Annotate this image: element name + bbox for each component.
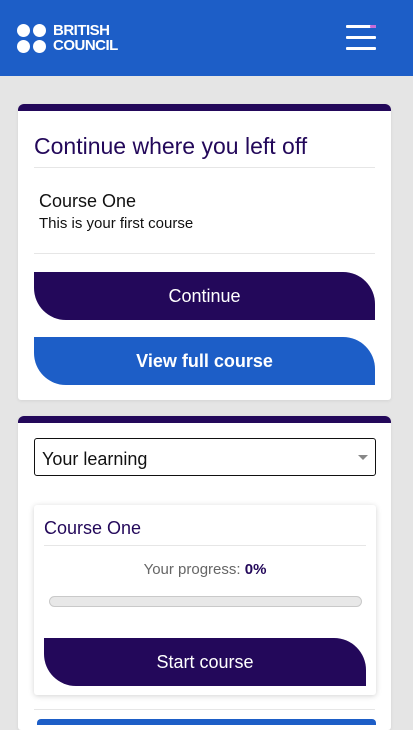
continue-button[interactable]: Continue [34, 272, 375, 320]
course-description: This is your first course [39, 215, 194, 232]
course-card: Course One Your progress: 0% Start cours… [34, 505, 376, 695]
logo-text: BRITISH COUNCIL [53, 23, 118, 53]
progress-text: Your progress: 0% [34, 561, 376, 578]
progress-value: 0% [244, 561, 267, 578]
progress-bar [49, 596, 362, 607]
divider [34, 253, 375, 254]
course-name: Course One [39, 191, 137, 211]
your-learning-card: Your learning Course One Your progress: … [18, 416, 391, 730]
app-header: BRITISH COUNCIL [0, 0, 413, 76]
learning-select[interactable]: Your learning [34, 438, 376, 476]
logo-line-1: BRITISH [53, 22, 110, 39]
divider [34, 167, 375, 168]
caret-down-icon [358, 455, 368, 460]
logo-dots-icon [17, 24, 47, 54]
logo-line-2: COUNCIL [53, 37, 118, 54]
course-card-title: Course One [44, 518, 142, 538]
continue-card: Continue where you left off Course One T… [18, 104, 391, 400]
view-full-course-button[interactable]: View full course [34, 337, 375, 385]
start-course-button[interactable]: Start course [44, 638, 366, 686]
continue-card-title: Continue where you left off [34, 133, 308, 159]
learning-select-value: Your learning [42, 449, 148, 469]
progress-label: Your progress: [143, 561, 241, 578]
hamburger-menu-icon[interactable] [344, 25, 378, 51]
divider [34, 709, 375, 710]
divider [44, 545, 366, 546]
next-button-partial[interactable] [37, 719, 376, 725]
british-council-logo[interactable]: BRITISH COUNCIL [17, 23, 127, 55]
